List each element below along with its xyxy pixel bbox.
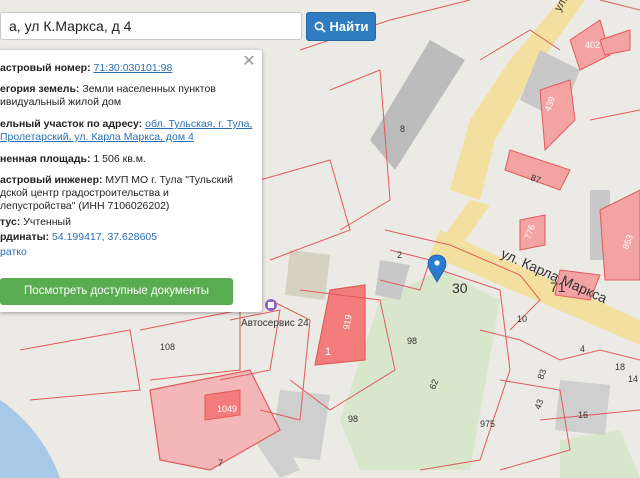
- search-button[interactable]: Найти: [306, 12, 376, 41]
- coordinates-link[interactable]: 54.199417, 37.628605: [52, 231, 157, 243]
- engineer-row: астровый инженер: МУП МО г. Тула "Тульск…: [0, 174, 233, 186]
- close-icon[interactable]: ✕: [242, 54, 256, 70]
- coordinates-row: рдинаты: 54.199417, 37.628605: [0, 231, 158, 243]
- land-category-row: егория земель: Земли населенных пунктов: [0, 83, 216, 95]
- search-button-label: Найти: [329, 19, 369, 34]
- parcel-info-panel: ✕ астровый номер: 71:30:030101:98 егория…: [0, 50, 262, 312]
- address-row: ельный участок по адресу: обл. Тульская,…: [0, 118, 253, 130]
- cadastral-number-row: астровый номер: 71:30:030101:98: [0, 62, 173, 74]
- search-icon: [314, 21, 326, 33]
- view-documents-button[interactable]: Посмотреть доступные документы: [0, 278, 233, 305]
- address-link[interactable]: обл. Тульская, г. Тула,: [145, 118, 252, 130]
- search-input[interactable]: а, ул К.Маркса, д 4: [0, 12, 302, 40]
- address-link-2[interactable]: Пролетарский, ул. Карла Маркса, дом 4: [0, 131, 194, 143]
- cadastral-number-link[interactable]: 71:30:030101:98: [94, 62, 173, 74]
- area-row: ненная площадь: 1 506 кв.м.: [0, 153, 146, 165]
- status-row: тус: Учтенный: [0, 216, 71, 228]
- short-link[interactable]: ратко: [0, 246, 27, 258]
